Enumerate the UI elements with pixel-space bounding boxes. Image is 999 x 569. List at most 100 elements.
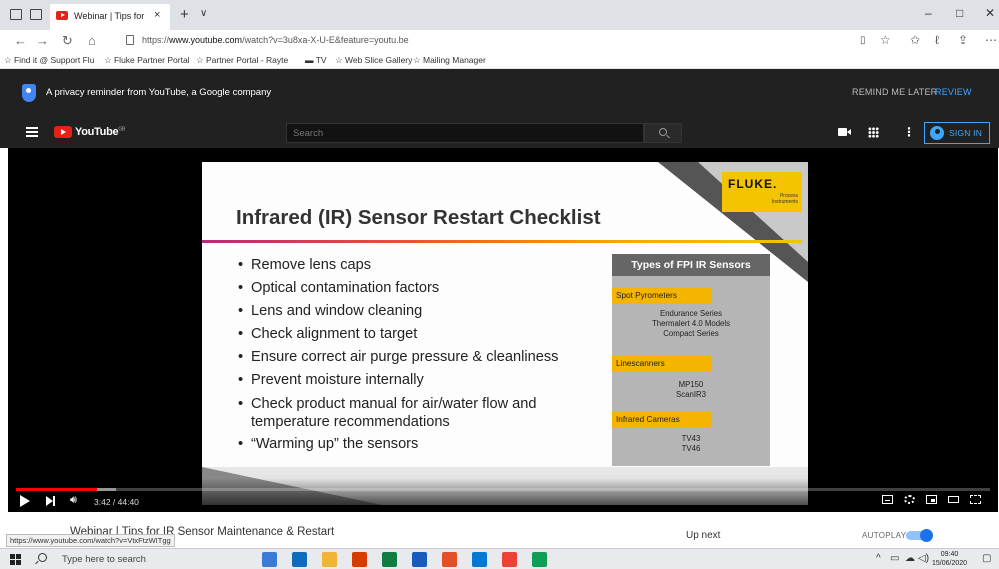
taskbar-search-icon[interactable] — [38, 553, 47, 562]
chrome-icon[interactable] — [502, 552, 517, 567]
favorite-item[interactable]: ☆ Mailing Manager — [413, 55, 486, 66]
sensor-category: Linescanners — [612, 356, 712, 372]
excel-icon[interactable] — [382, 552, 397, 567]
sensor-category: Infrared Cameras — [612, 412, 712, 428]
tray-chevron-icon[interactable]: ^ — [876, 553, 881, 564]
account-icon — [930, 126, 944, 140]
theater-mode-icon[interactable] — [948, 496, 959, 503]
video-frame-slide: FLUKE. Process Instruments Infrared (IR) … — [202, 162, 808, 505]
home-icon[interactable]: ⌂ — [88, 33, 96, 48]
tab-close-icon[interactable]: × — [154, 9, 160, 21]
favorite-item[interactable]: ☆ Find it @ Support Flu — [4, 55, 94, 66]
slide-title: Infrared (IR) Sensor Restart Checklist — [236, 206, 601, 229]
search-icon — [659, 128, 667, 136]
review-button[interactable]: REVIEW — [935, 87, 972, 97]
video-player[interactable]: FLUKE. Process Instruments Infrared (IR) … — [8, 148, 998, 512]
teams-icon[interactable] — [532, 552, 547, 567]
browser-tab-bar: Webinar | Tips for IR Ser × + ∨ – □ ✕ — [0, 0, 999, 30]
time-display: 3:42 / 44:40 — [94, 497, 139, 507]
back-icon[interactable]: ← — [14, 33, 27, 48]
taskbar-search-input[interactable]: Type here to search — [62, 554, 146, 565]
youtube-masthead: YouTubeGB Search ⋮ SIGN IN — [0, 117, 999, 148]
youtube-logo-icon[interactable] — [54, 126, 72, 138]
progress-bar[interactable] — [16, 488, 990, 491]
fullscreen-icon[interactable] — [970, 495, 981, 504]
favorites-bar: ☆ Find it @ Support Flu ☆ Fluke Partner … — [0, 52, 999, 69]
list-item: • Check alignment to target — [238, 326, 418, 342]
subtitles-icon[interactable] — [882, 495, 893, 504]
edge-icon[interactable] — [292, 552, 307, 567]
refresh-icon[interactable]: ↻ — [62, 33, 73, 49]
create-video-icon[interactable] — [838, 128, 851, 136]
file-explorer-icon[interactable] — [322, 552, 337, 567]
windows-start-icon[interactable] — [10, 554, 21, 565]
autoplay-toggle[interactable] — [906, 529, 933, 542]
star-icon: ☆ — [413, 55, 423, 65]
share-icon[interactable]: ⇪ — [958, 33, 968, 47]
address-field[interactable]: https://www.youtube.com/watch?v=3u8xa-X-… — [142, 35, 409, 45]
progress-played — [16, 488, 97, 491]
acrobat-icon[interactable] — [352, 552, 367, 567]
search-input[interactable]: Search — [286, 123, 644, 143]
list-item: • Remove lens caps — [238, 257, 372, 273]
favorite-item[interactable]: ☆ Web Slice Gallery — [335, 55, 412, 66]
settings-more-icon[interactable]: ⋮ — [903, 125, 915, 139]
miniplayer-icon[interactable] — [926, 495, 937, 504]
search-placeholder: Search — [293, 128, 324, 139]
list-item: • Lens and window cleaning — [238, 303, 423, 319]
checklist: • Remove lens caps • Optical contamination… — [238, 254, 558, 456]
settings-gear-icon[interactable] — [904, 495, 915, 504]
favorite-star-icon[interactable]: ☆ — [880, 33, 891, 47]
list-item: • Optical contamination factors — [238, 280, 440, 296]
sign-in-button[interactable]: SIGN IN — [924, 122, 990, 144]
firefox-icon[interactable] — [442, 552, 457, 567]
pen-icon[interactable]: ℓ — [935, 33, 939, 47]
forward-icon[interactable]: → — [36, 33, 49, 48]
player-controls — [8, 478, 998, 512]
menu-icon[interactable] — [26, 127, 38, 137]
notifications-icon[interactable]: ▢ — [982, 553, 991, 564]
reading-view-icon[interactable]: ▯ — [860, 35, 866, 46]
sign-in-label: SIGN IN — [949, 128, 983, 138]
task-view-icon[interactable] — [262, 552, 277, 567]
minimize-icon[interactable]: – — [925, 6, 932, 20]
favorites-hub-icon[interactable]: ✩ — [910, 33, 920, 47]
favorite-item[interactable]: ☆ Partner Portal - Rayte — [196, 55, 288, 66]
taskbar-clock[interactable]: 09:40 15/06/2020 — [932, 550, 967, 568]
tab-title: Webinar | Tips for IR Ser — [74, 11, 146, 21]
tab-actions-icon[interactable] — [10, 9, 22, 20]
up-next-label: Up next — [686, 530, 721, 541]
next-video-icon[interactable] — [46, 496, 56, 506]
list-item: • Ensure correct air purge pressure & cle… — [238, 349, 559, 365]
shield-icon — [22, 84, 36, 102]
list-item: • Check product manual for air/water flow… — [238, 396, 537, 430]
search-button[interactable] — [644, 123, 682, 143]
favorite-item[interactable]: ▬ TV — [305, 55, 327, 65]
play-icon[interactable] — [20, 495, 30, 507]
favorite-item[interactable]: ☆ Fluke Partner Portal — [104, 55, 190, 66]
apps-grid-icon[interactable] — [868, 127, 879, 138]
set-tabs-aside-icon[interactable] — [30, 9, 42, 20]
network-icon[interactable]: ▭ — [890, 553, 899, 564]
maximize-icon[interactable]: □ — [956, 6, 963, 20]
outlook-icon[interactable] — [472, 552, 487, 567]
volume-icon[interactable]: 🔊︎ — [70, 494, 77, 507]
sensor-category: Spot Pyrometers — [612, 288, 712, 304]
new-tab-button[interactable]: + — [180, 6, 189, 23]
status-bar-url: https://www.youtube.com/watch?v=VtxFtzWI… — [6, 534, 175, 547]
more-icon[interactable]: ⋯ — [985, 33, 997, 47]
list-item: • “Warming up” the sensors — [238, 436, 419, 452]
browser-tab-active[interactable]: Webinar | Tips for IR Ser × — [50, 4, 170, 30]
star-icon: ☆ — [4, 55, 14, 65]
window-close-icon[interactable]: ✕ — [985, 6, 995, 20]
youtube-logo-text[interactable]: YouTubeGB — [75, 126, 125, 138]
lock-icon — [126, 35, 134, 45]
star-icon: ☆ — [196, 55, 206, 65]
tv-icon: ▬ — [305, 55, 316, 65]
tab-list-chevron-icon[interactable]: ∨ — [200, 8, 207, 19]
onedrive-icon[interactable]: ☁ — [905, 553, 915, 564]
windows-taskbar: Type here to search ^ ▭ ☁ ◁) 09:40 15/06… — [0, 548, 999, 569]
speaker-icon[interactable]: ◁) — [918, 553, 929, 564]
remind-me-later-button[interactable]: REMIND ME LATER — [852, 87, 937, 97]
word-icon[interactable] — [412, 552, 427, 567]
